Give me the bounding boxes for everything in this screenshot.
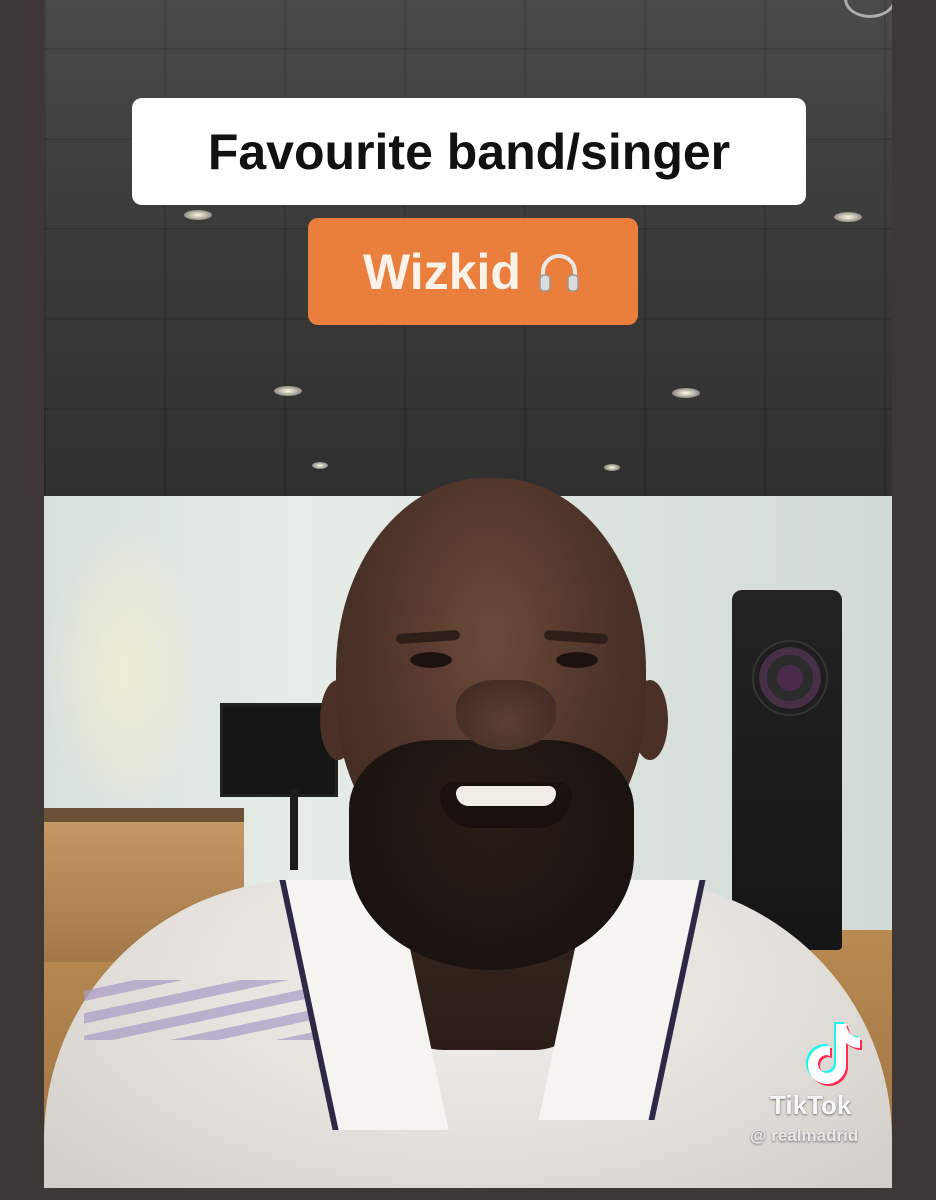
wall-light-glow xyxy=(44,520,204,820)
ceiling-light xyxy=(312,462,328,469)
shirt-stripes xyxy=(84,980,324,1040)
ceiling-light xyxy=(672,388,700,398)
ceiling-light xyxy=(184,210,212,220)
caption-answer-text: Wizkid xyxy=(363,243,521,300)
ceiling-light xyxy=(274,386,302,396)
ceiling-light xyxy=(834,212,862,222)
screenshot-frame: Favourite band/singer Wizkid TikTok @ re… xyxy=(0,0,936,1200)
tv-stand xyxy=(290,790,298,870)
caption-answer: Wizkid xyxy=(308,218,638,325)
video-frame[interactable]: Favourite band/singer Wizkid TikTok @ re… xyxy=(44,0,892,1188)
person-nose xyxy=(456,680,556,750)
caption-question: Favourite band/singer xyxy=(132,98,806,205)
person-beard xyxy=(349,740,634,970)
headphone-icon xyxy=(539,253,579,292)
tiktok-logo-icon xyxy=(806,1022,862,1086)
person-eye-left xyxy=(410,652,452,668)
dartboard xyxy=(752,640,828,716)
ceiling-light xyxy=(604,464,620,471)
caption-question-text: Favourite band/singer xyxy=(207,123,731,180)
person-teeth xyxy=(456,786,556,806)
person-eye-right xyxy=(556,652,598,668)
tiktok-handle: @ realmadrid xyxy=(750,1126,859,1145)
tiktok-brand-label: TikTok xyxy=(770,1090,852,1120)
